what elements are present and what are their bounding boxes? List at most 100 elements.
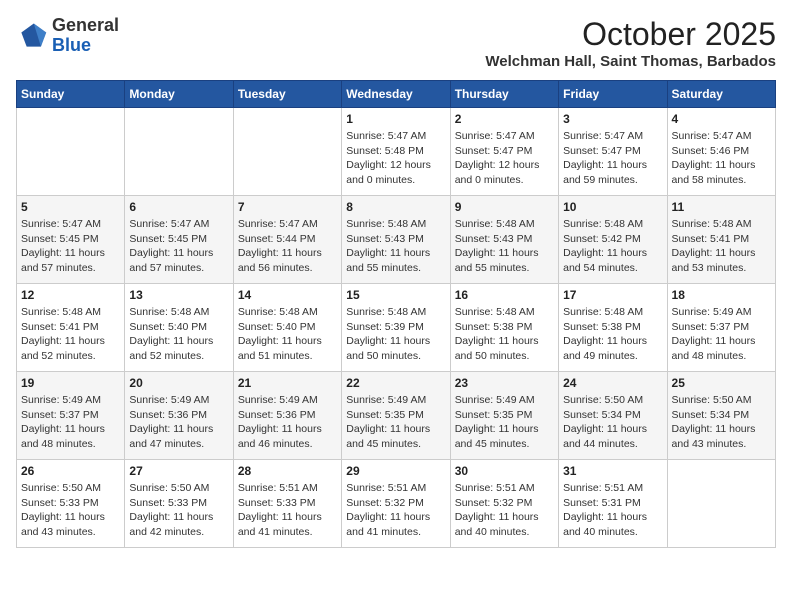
day-info: Sunrise: 5:48 AMSunset: 5:38 PMDaylight:… — [455, 305, 554, 364]
day-info: Sunrise: 5:49 AMSunset: 5:35 PMDaylight:… — [346, 393, 445, 452]
calendar-week-row: 12 Sunrise: 5:48 AMSunset: 5:41 PMDayligh… — [17, 284, 776, 372]
table-row: 7 Sunrise: 5:47 AMSunset: 5:44 PMDaylight… — [233, 196, 341, 284]
table-row — [125, 108, 233, 196]
logo-text: General Blue — [52, 16, 119, 56]
day-info: Sunrise: 5:51 AMSunset: 5:31 PMDaylight:… — [563, 481, 662, 540]
day-number: 1 — [346, 112, 445, 126]
table-row: 21 Sunrise: 5:49 AMSunset: 5:36 PMDayligh… — [233, 372, 341, 460]
col-monday: Monday — [125, 81, 233, 108]
day-number: 11 — [672, 200, 771, 214]
day-info: Sunrise: 5:50 AMSunset: 5:33 PMDaylight:… — [129, 481, 228, 540]
logo-general: General — [52, 15, 119, 35]
day-number: 3 — [563, 112, 662, 126]
table-row — [17, 108, 125, 196]
logo-icon — [16, 20, 48, 52]
table-row: 25 Sunrise: 5:50 AMSunset: 5:34 PMDayligh… — [667, 372, 775, 460]
calendar-week-row: 5 Sunrise: 5:47 AMSunset: 5:45 PMDaylight… — [17, 196, 776, 284]
day-number: 13 — [129, 288, 228, 302]
day-number: 29 — [346, 464, 445, 478]
table-row: 19 Sunrise: 5:49 AMSunset: 5:37 PMDayligh… — [17, 372, 125, 460]
day-info: Sunrise: 5:49 AMSunset: 5:37 PMDaylight:… — [21, 393, 120, 452]
table-row: 23 Sunrise: 5:49 AMSunset: 5:35 PMDayligh… — [450, 372, 558, 460]
table-row: 6 Sunrise: 5:47 AMSunset: 5:45 PMDaylight… — [125, 196, 233, 284]
table-row: 15 Sunrise: 5:48 AMSunset: 5:39 PMDayligh… — [342, 284, 450, 372]
table-row: 18Sunrise: 5:49 AMSunset: 5:37 PMDayligh… — [667, 284, 775, 372]
day-info: Sunrise: 5:50 AMSunset: 5:33 PMDaylight:… — [21, 481, 120, 540]
day-number: 19 — [21, 376, 120, 390]
title-block: October 2025 Welchman Hall, Saint Thomas… — [485, 16, 776, 70]
day-info: Sunrise: 5:47 AMSunset: 5:48 PMDaylight:… — [346, 129, 445, 188]
day-info: Sunrise: 5:48 AMSunset: 5:38 PMDaylight:… — [563, 305, 662, 364]
table-row: 8Sunrise: 5:48 AMSunset: 5:43 PMDaylight… — [342, 196, 450, 284]
table-row — [667, 460, 775, 548]
table-row: 3 Sunrise: 5:47 AMSunset: 5:47 PMDaylight… — [559, 108, 667, 196]
table-row: 4 Sunrise: 5:47 AMSunset: 5:46 PMDaylight… — [667, 108, 775, 196]
table-row: 1 Sunrise: 5:47 AMSunset: 5:48 PMDaylight… — [342, 108, 450, 196]
col-wednesday: Wednesday — [342, 81, 450, 108]
day-info: Sunrise: 5:51 AMSunset: 5:32 PMDaylight:… — [455, 481, 554, 540]
table-row: 30Sunrise: 5:51 AMSunset: 5:32 PMDayligh… — [450, 460, 558, 548]
table-row: 24Sunrise: 5:50 AMSunset: 5:34 PMDayligh… — [559, 372, 667, 460]
table-row: 29 Sunrise: 5:51 AMSunset: 5:32 PMDayligh… — [342, 460, 450, 548]
calendar-week-row: 26 Sunrise: 5:50 AMSunset: 5:33 PMDayligh… — [17, 460, 776, 548]
day-info: Sunrise: 5:48 AMSunset: 5:42 PMDaylight:… — [563, 217, 662, 276]
day-info: Sunrise: 5:50 AMSunset: 5:34 PMDaylight:… — [672, 393, 771, 452]
day-info: Sunrise: 5:48 AMSunset: 5:40 PMDaylight:… — [129, 305, 228, 364]
table-row: 28Sunrise: 5:51 AMSunset: 5:33 PMDayligh… — [233, 460, 341, 548]
day-number: 7 — [238, 200, 337, 214]
table-row: 12 Sunrise: 5:48 AMSunset: 5:41 PMDayligh… — [17, 284, 125, 372]
table-row: 9 Sunrise: 5:48 AMSunset: 5:43 PMDaylight… — [450, 196, 558, 284]
day-number: 15 — [346, 288, 445, 302]
day-number: 2 — [455, 112, 554, 126]
day-number: 23 — [455, 376, 554, 390]
day-number: 20 — [129, 376, 228, 390]
day-number: 27 — [129, 464, 228, 478]
day-info: Sunrise: 5:49 AMSunset: 5:37 PMDaylight:… — [672, 305, 771, 364]
day-info: Sunrise: 5:47 AMSunset: 5:45 PMDaylight:… — [21, 217, 120, 276]
day-info: Sunrise: 5:48 AMSunset: 5:41 PMDaylight:… — [672, 217, 771, 276]
day-info: Sunrise: 5:47 AMSunset: 5:47 PMDaylight:… — [455, 129, 554, 188]
day-number: 12 — [21, 288, 120, 302]
day-number: 5 — [21, 200, 120, 214]
table-row: 10 Sunrise: 5:48 AMSunset: 5:42 PMDayligh… — [559, 196, 667, 284]
day-number: 25 — [672, 376, 771, 390]
table-row: 20 Sunrise: 5:49 AMSunset: 5:36 PMDayligh… — [125, 372, 233, 460]
day-info: Sunrise: 5:47 AMSunset: 5:47 PMDaylight:… — [563, 129, 662, 188]
day-info: Sunrise: 5:51 AMSunset: 5:32 PMDaylight:… — [346, 481, 445, 540]
day-number: 16 — [455, 288, 554, 302]
day-number: 17 — [563, 288, 662, 302]
logo-blue: Blue — [52, 35, 91, 55]
day-info: Sunrise: 5:47 AMSunset: 5:45 PMDaylight:… — [129, 217, 228, 276]
day-info: Sunrise: 5:48 AMSunset: 5:39 PMDaylight:… — [346, 305, 445, 364]
day-number: 9 — [455, 200, 554, 214]
table-row: 14 Sunrise: 5:48 AMSunset: 5:40 PMDayligh… — [233, 284, 341, 372]
day-number: 31 — [563, 464, 662, 478]
table-row: 27 Sunrise: 5:50 AMSunset: 5:33 PMDayligh… — [125, 460, 233, 548]
day-info: Sunrise: 5:51 AMSunset: 5:33 PMDaylight:… — [238, 481, 337, 540]
day-info: Sunrise: 5:48 AMSunset: 5:41 PMDaylight:… — [21, 305, 120, 364]
day-number: 21 — [238, 376, 337, 390]
table-row: 17 Sunrise: 5:48 AMSunset: 5:38 PMDayligh… — [559, 284, 667, 372]
calendar-table: Sunday Monday Tuesday Wednesday Thursday… — [16, 80, 776, 548]
day-number: 4 — [672, 112, 771, 126]
day-info: Sunrise: 5:49 AMSunset: 5:36 PMDaylight:… — [129, 393, 228, 452]
day-number: 26 — [21, 464, 120, 478]
day-info: Sunrise: 5:48 AMSunset: 5:40 PMDaylight:… — [238, 305, 337, 364]
calendar-header-row: Sunday Monday Tuesday Wednesday Thursday… — [17, 81, 776, 108]
day-info: Sunrise: 5:48 AMSunset: 5:43 PMDaylight:… — [455, 217, 554, 276]
month-title: October 2025 — [485, 16, 776, 53]
table-row: 26 Sunrise: 5:50 AMSunset: 5:33 PMDayligh… — [17, 460, 125, 548]
page-header: General Blue October 2025 Welchman Hall,… — [16, 16, 776, 70]
day-info: Sunrise: 5:47 AMSunset: 5:44 PMDaylight:… — [238, 217, 337, 276]
day-info: Sunrise: 5:49 AMSunset: 5:35 PMDaylight:… — [455, 393, 554, 452]
table-row: 16 Sunrise: 5:48 AMSunset: 5:38 PMDayligh… — [450, 284, 558, 372]
day-number: 10 — [563, 200, 662, 214]
day-number: 14 — [238, 288, 337, 302]
day-info: Sunrise: 5:49 AMSunset: 5:36 PMDaylight:… — [238, 393, 337, 452]
col-tuesday: Tuesday — [233, 81, 341, 108]
day-number: 6 — [129, 200, 228, 214]
table-row: 2 Sunrise: 5:47 AMSunset: 5:47 PMDaylight… — [450, 108, 558, 196]
day-info: Sunrise: 5:47 AMSunset: 5:46 PMDaylight:… — [672, 129, 771, 188]
table-row: 11 Sunrise: 5:48 AMSunset: 5:41 PMDayligh… — [667, 196, 775, 284]
col-saturday: Saturday — [667, 81, 775, 108]
